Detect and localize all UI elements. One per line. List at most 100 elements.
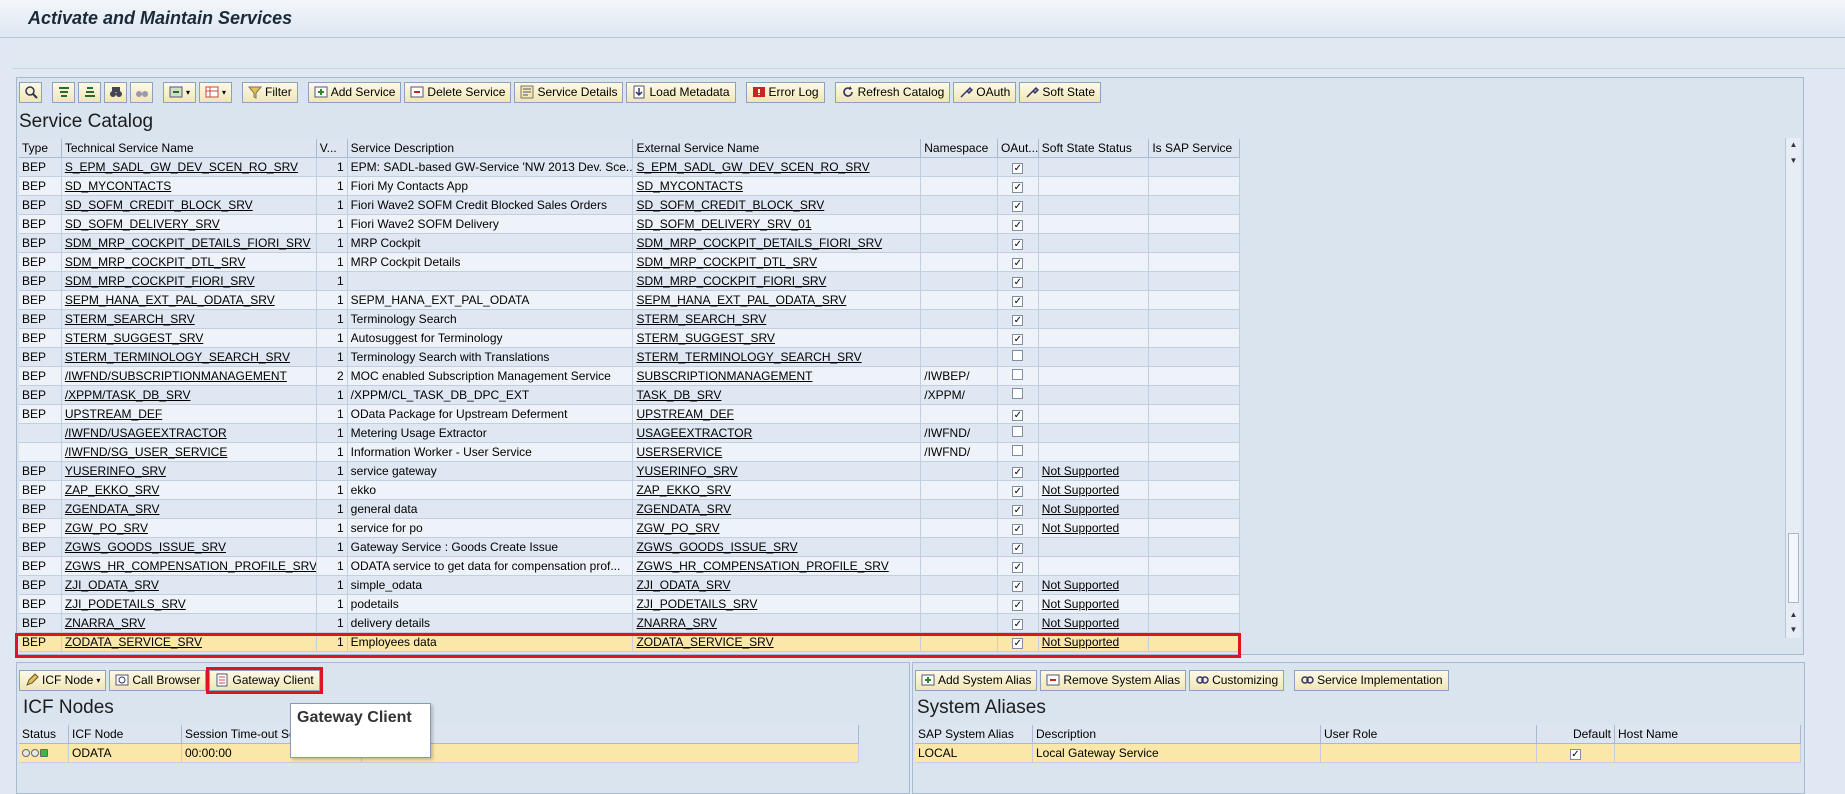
external-name-cell[interactable]: ZGWS_HR_COMPENSATION_PROFILE_SRV (633, 557, 922, 576)
technical-name-cell[interactable]: SDM_MRP_COCKPIT_DTL_SRV (61, 253, 317, 272)
sort-descending-button[interactable] (78, 81, 101, 103)
external-name-cell[interactable]: STERM_SEARCH_SRV (633, 310, 922, 329)
column-header-alias[interactable]: SAP System Alias (915, 725, 1033, 744)
call-browser-button[interactable]: Call Browser (109, 669, 207, 691)
soft-state-button[interactable]: Soft State (1019, 81, 1102, 103)
technical-name-cell[interactable]: ZAP_EKKO_SRV (61, 481, 317, 500)
column-header-host-name[interactable]: Host Name (1615, 725, 1801, 744)
column-header-status[interactable]: Status (19, 725, 69, 744)
icf-node-dropdown-button[interactable]: ICF Node ▾ (19, 669, 107, 691)
column-header-technical-name[interactable]: Technical Service Name (61, 139, 317, 158)
technical-name-cell[interactable]: SD_SOFM_DELIVERY_SRV (61, 215, 317, 234)
table-row[interactable]: BEP STERM_SUGGEST_SRV 1 Autosuggest for Ter… (19, 329, 1240, 348)
table-row[interactable]: BEP/IWFND/SUBSCRIPTIONMANAGEMENT 2 MOC ena… (19, 367, 1240, 386)
column-header-user-role[interactable]: User Role (1321, 725, 1537, 744)
add-service-button[interactable]: Add Service (307, 81, 402, 103)
external-name-cell[interactable]: SDM_MRP_COCKPIT_DTL_SRV (633, 253, 922, 272)
oauth-checkbox[interactable]: ✓ (1012, 486, 1024, 497)
external-name-cell[interactable]: ZJI_ODATA_SRV (633, 576, 922, 595)
external-name-cell[interactable]: STERM_TERMINOLOGY_SEARCH_SRV (633, 348, 922, 367)
column-header-soft-state[interactable]: Soft State Status (1038, 139, 1150, 158)
layout-dropdown-button[interactable]: ▾ (199, 81, 233, 103)
service-details-button[interactable]: Service Details (514, 81, 624, 103)
column-header-description[interactable]: Description (1033, 725, 1321, 744)
technical-name-cell[interactable]: ZGWS_GOODS_ISSUE_SRV (61, 538, 317, 557)
table-row[interactable]: BEP ZJI_PODETAILS_SRV 1 podetails ZJI_PODETA… (19, 595, 1240, 614)
external-name-cell[interactable]: ZAP_EKKO_SRV (633, 481, 922, 500)
scroll-down-icon[interactable]: ▼ (1786, 154, 1801, 168)
external-name-cell[interactable]: ZNARRA_SRV (633, 614, 922, 633)
soft-state-cell[interactable]: Not Supported (1038, 500, 1150, 519)
oauth-checkbox[interactable] (1012, 369, 1024, 380)
technical-name-cell[interactable]: /XPPM/TASK_DB_SRV (61, 386, 317, 405)
table-row[interactable]: ODATA 00:00:00 ode (19, 744, 859, 763)
technical-name-cell[interactable]: STERM_SEARCH_SRV (61, 310, 317, 329)
table-row[interactable]: BEP SEPM_HANA_EXT_PAL_ODATA_SRV 1 SEPM_HANA… (19, 291, 1240, 310)
table-row[interactable]: BEP ZGENDATA_SRV 1 general data ZGENDATA_SRV… (19, 500, 1240, 519)
oauth-checkbox[interactable]: ✓ (1012, 163, 1024, 174)
error-log-button[interactable]: Error Log (745, 81, 825, 103)
oauth-checkbox[interactable]: ✓ (1012, 410, 1024, 421)
scroll-down-icon[interactable]: ▼ (1786, 623, 1801, 637)
external-name-cell[interactable]: ZGWS_GOODS_ISSUE_SRV (633, 538, 922, 557)
oauth-checkbox[interactable]: ✓ (1012, 562, 1024, 573)
external-name-cell[interactable]: USAGEEXTRACTOR (633, 424, 922, 443)
oauth-checkbox[interactable]: ✓ (1012, 334, 1024, 345)
column-header-description[interactable]: Service Description (347, 139, 634, 158)
external-name-cell[interactable]: SUBSCRIPTIONMANAGEMENT (633, 367, 922, 386)
table-row[interactable]: BEP ZJI_ODATA_SRV 1 simple_odata ZJI_ODATA_S… (19, 576, 1240, 595)
technical-name-cell[interactable]: ZJI_ODATA_SRV (61, 576, 317, 595)
customizing-button[interactable]: Customizing (1189, 669, 1285, 691)
scroll-thumb[interactable] (1788, 533, 1799, 603)
soft-state-cell[interactable]: Not Supported (1038, 595, 1150, 614)
technical-name-cell[interactable]: ZNARRA_SRV (61, 614, 317, 633)
technical-name-cell[interactable]: SDM_MRP_COCKPIT_DETAILS_FIORI_SRV (61, 234, 317, 253)
oauth-checkbox[interactable]: ✓ (1012, 258, 1024, 269)
technical-name-cell[interactable]: SDM_MRP_COCKPIT_FIORI_SRV (61, 272, 317, 291)
technical-name-cell[interactable]: ZGW_PO_SRV (61, 519, 317, 538)
search-button[interactable] (104, 81, 127, 103)
column-header-default[interactable]: Default (1537, 725, 1615, 744)
external-name-cell[interactable]: STERM_SUGGEST_SRV (633, 329, 922, 348)
table-row[interactable]: BEP SD_SOFM_CREDIT_BLOCK_SRV 1 Fiori Wave2 … (19, 196, 1240, 215)
external-name-cell[interactable]: USERSERVICE (633, 443, 922, 462)
add-system-alias-button[interactable]: Add System Alias (915, 669, 1038, 691)
oauth-checkbox[interactable]: ✓ (1012, 201, 1024, 212)
find-button[interactable] (19, 81, 42, 103)
technical-name-cell[interactable]: ZGENDATA_SRV (61, 500, 317, 519)
oauth-checkbox[interactable]: ✓ (1012, 600, 1024, 611)
external-name-cell[interactable]: SD_SOFM_CREDIT_BLOCK_SRV (633, 196, 922, 215)
oauth-checkbox[interactable]: ✓ (1012, 505, 1024, 516)
table-row[interactable]: BEP S_EPM_SADL_GW_DEV_SCEN_RO_SRV 1 EPM: SA… (19, 158, 1240, 177)
column-header-external-name[interactable]: External Service Name (633, 139, 922, 158)
table-row[interactable]: BEP SDM_MRP_COCKPIT_FIORI_SRV 1 SDM_MRP_COC… (19, 272, 1240, 291)
oauth-checkbox[interactable]: ✓ (1012, 543, 1024, 554)
oauth-checkbox[interactable]: ✓ (1012, 277, 1024, 288)
technical-name-cell[interactable]: SD_SOFM_CREDIT_BLOCK_SRV (61, 196, 317, 215)
filter-button[interactable]: Filter (242, 81, 298, 103)
oauth-checkbox[interactable]: ✓ (1012, 220, 1024, 231)
oauth-checkbox[interactable] (1012, 350, 1024, 361)
column-header-oauth[interactable]: OAut... (997, 139, 1039, 158)
external-name-cell[interactable]: S_EPM_SADL_GW_DEV_SCEN_RO_SRV (633, 158, 922, 177)
external-name-cell[interactable]: ZGENDATA_SRV (633, 500, 922, 519)
technical-name-cell[interactable]: SD_MYCONTACTS (61, 177, 317, 196)
table-row[interactable]: BEP STERM_TERMINOLOGY_SEARCH_SRV 1 Terminol… (19, 348, 1240, 367)
table-row[interactable]: BEP UPSTREAM_DEF 1 OData Package for Upstre… (19, 405, 1240, 424)
technical-name-cell[interactable]: UPSTREAM_DEF (61, 405, 317, 424)
oauth-checkbox[interactable]: ✓ (1012, 619, 1024, 630)
column-header-session-timeout[interactable]: Session Time-out Sc (182, 725, 859, 744)
oauth-button[interactable]: OAuth (953, 81, 1017, 103)
soft-state-cell[interactable]: Not Supported (1038, 576, 1150, 595)
table-row[interactable]: BEP ZGWS_GOODS_ISSUE_SRV 1 Gateway Service … (19, 538, 1240, 557)
oauth-checkbox[interactable]: ✓ (1012, 182, 1024, 193)
external-name-cell[interactable]: SD_MYCONTACTS (633, 177, 922, 196)
technical-name-cell[interactable]: SEPM_HANA_EXT_PAL_ODATA_SRV (61, 291, 317, 310)
search-next-button[interactable] (130, 81, 153, 103)
technical-name-cell[interactable]: /IWFND/USAGEEXTRACTOR (61, 424, 317, 443)
oauth-checkbox[interactable]: ✓ (1012, 315, 1024, 326)
technical-name-cell[interactable]: ZJI_PODETAILS_SRV (61, 595, 317, 614)
export-dropdown-button[interactable]: ▾ (163, 81, 197, 103)
oauth-checkbox[interactable]: ✓ (1012, 467, 1024, 478)
table-row[interactable]: BEP SDM_MRP_COCKPIT_DTL_SRV 1 MRP Cockpit D… (19, 253, 1240, 272)
